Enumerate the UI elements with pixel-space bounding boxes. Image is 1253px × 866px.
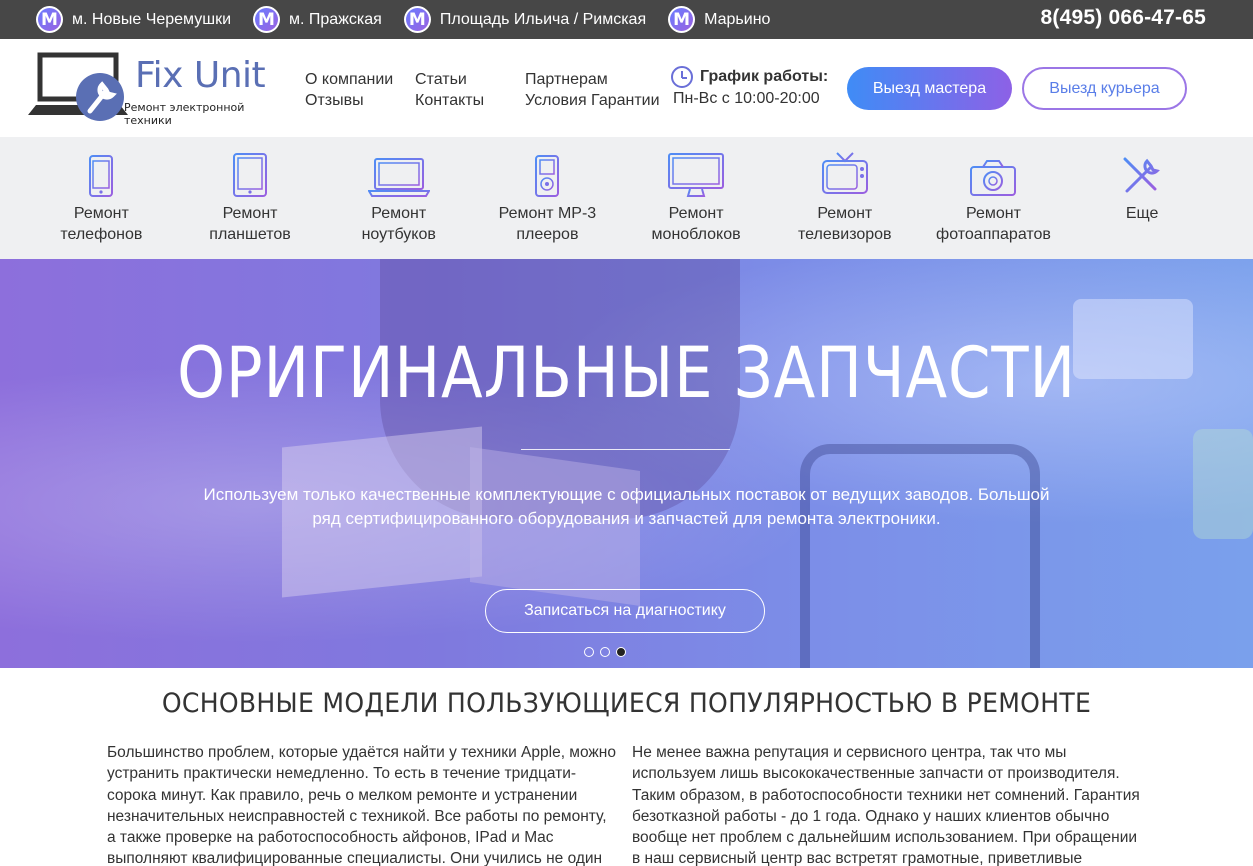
category-label: моноблоков xyxy=(651,226,741,243)
hero-title: ОРИГИНАЛЬНЫЕ ЗАПЧАСТИ xyxy=(177,332,1076,414)
tv-icon xyxy=(770,151,919,197)
metro-station-label: Марьино xyxy=(704,10,771,28)
category-mp3[interactable]: Ремонт MP-3 плееров xyxy=(473,137,622,259)
header: Fix Unit Ремонт электронной техники О ко… xyxy=(0,39,1253,137)
schedule: График работы: Пн-Вс с 10:00-20:00 xyxy=(671,66,828,110)
category-label: Ремонт MP-3 xyxy=(498,205,597,222)
text-column-left: Большинство проблем, которые удаётся най… xyxy=(107,744,616,866)
category-tvs[interactable]: Ремонт телевизоров xyxy=(770,137,919,259)
nav-warranty[interactable]: Условия Гарантии xyxy=(525,90,660,111)
nav-contacts[interactable]: Контакты xyxy=(415,90,484,111)
metro-station-label: м. Пражская xyxy=(289,10,382,28)
category-phones[interactable]: Ремонт телефонов xyxy=(27,137,176,259)
laptop-icon xyxy=(324,151,473,197)
slider-dot[interactable] xyxy=(600,647,610,657)
category-label: телевизоров xyxy=(798,226,892,243)
tablet-icon xyxy=(176,151,325,197)
camera-icon xyxy=(919,151,1068,197)
phone-link[interactable]: 8(495) 066-47-65 xyxy=(1041,6,1206,30)
mp3-player-icon xyxy=(473,151,622,197)
hero-text: Используем только качественные комплекту… xyxy=(203,485,1050,528)
metro-icon: M xyxy=(253,6,280,33)
metro-icon: M xyxy=(36,6,63,33)
master-visit-button[interactable]: Выезд мастера xyxy=(847,67,1012,110)
nav-about[interactable]: О компании xyxy=(305,69,393,90)
metro-station-label: Площадь Ильича / Римская xyxy=(439,10,647,28)
slider-dots xyxy=(584,647,626,657)
category-label: Ремонт xyxy=(966,205,1021,222)
top-bar: M м. Новые Черемушки M м. Пражская M Пло… xyxy=(0,0,1253,39)
hero-divider xyxy=(521,449,730,450)
category-label: телефонов xyxy=(60,226,143,243)
hero-slider: ОРИГИНАЛЬНЫЕ ЗАПЧАСТИ Используем только … xyxy=(0,259,1253,668)
category-label: планшетов xyxy=(209,226,291,243)
clock-icon xyxy=(671,66,693,88)
category-label: плееров xyxy=(516,226,579,243)
schedule-title: График работы: xyxy=(700,68,829,85)
category-laptops[interactable]: Ремонт ноутбуков xyxy=(324,137,473,259)
schedule-hours: Пн-Вс с 10:00-20:00 xyxy=(673,90,820,107)
courier-visit-button[interactable]: Выезд курьера xyxy=(1022,67,1187,110)
logo-tagline: Ремонт электронной техники xyxy=(124,101,245,127)
phone-icon xyxy=(27,151,176,197)
nav-articles[interactable]: Статьи xyxy=(415,69,484,90)
nav-partners[interactable]: Партнерам xyxy=(525,69,660,90)
category-label: Ремонт xyxy=(73,205,129,222)
category-label: Ремонт xyxy=(668,205,724,222)
metro-icon: M xyxy=(668,6,696,33)
metro-station-2[interactable]: M м. Пражская xyxy=(253,6,382,33)
logo-name: Fix Unit xyxy=(135,55,266,96)
diagnostics-signup-button[interactable]: Записаться на диагностику xyxy=(485,589,765,633)
slider-dot[interactable] xyxy=(584,647,594,657)
category-label: Еще xyxy=(1125,205,1159,222)
slider-dot-active[interactable] xyxy=(616,647,626,657)
category-bar: Ремонт телефонов Ремонт планшетов Ремонт… xyxy=(0,137,1253,259)
category-label: фотоаппаратов xyxy=(936,226,1051,243)
category-more[interactable]: Еще xyxy=(1068,137,1217,259)
metro-station-label: м. Новые Черемушки xyxy=(72,10,231,28)
text-column-right: Не менее важна репутация и сервисного це… xyxy=(632,744,1140,866)
category-label: Ремонт xyxy=(222,205,278,222)
metro-station-1[interactable]: M м. Новые Черемушки xyxy=(36,6,231,33)
category-label: ноутбуков xyxy=(361,226,436,243)
category-tablets[interactable]: Ремонт планшетов xyxy=(176,137,325,259)
hero-background-chair xyxy=(800,444,1040,668)
metro-icon: M xyxy=(403,6,431,33)
category-cameras[interactable]: Ремонт фотоаппаратов xyxy=(919,137,1068,259)
metro-station-3[interactable]: M Площадь Ильича / Римская xyxy=(403,6,647,33)
logo[interactable]: Fix Unit Ремонт электронной техники xyxy=(28,51,278,131)
nav-column-3: Партнерам Условия Гарантии xyxy=(525,69,660,111)
nav-column-2: Статьи Контакты xyxy=(415,69,484,111)
nav-reviews[interactable]: Отзывы xyxy=(305,90,393,111)
monitor-icon xyxy=(622,151,771,197)
tools-icon xyxy=(1068,151,1217,197)
hero-background-plant xyxy=(1193,429,1253,539)
category-label: Ремонт xyxy=(817,205,873,222)
popular-models-section: ОСНОВНЫЕ МОДЕЛИ ПОЛЬЗУЮЩИЕСЯ ПОПУЛЯРНОСТ… xyxy=(0,668,1253,866)
nav-column-1: О компании Отзывы xyxy=(305,69,393,111)
metro-station-4[interactable]: M Марьино xyxy=(668,6,770,33)
category-label: Ремонт xyxy=(371,205,427,222)
category-monoblocks[interactable]: Ремонт моноблоков xyxy=(622,137,771,259)
section-heading: ОСНОВНЫЕ МОДЕЛИ ПОЛЬЗУЮЩИЕСЯ ПОПУЛЯРНОСТ… xyxy=(161,688,1092,719)
